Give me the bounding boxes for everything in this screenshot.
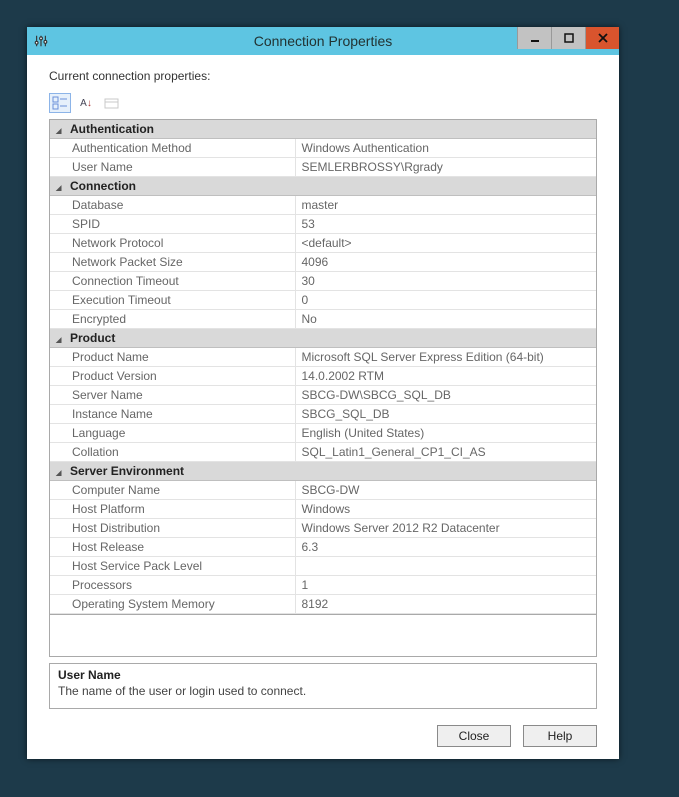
help-button[interactable]: Help — [523, 725, 597, 747]
property-row[interactable]: EncryptedNo — [50, 310, 596, 329]
property-toolbar: A↓ — [49, 91, 597, 115]
property-key: Host Distribution — [50, 519, 295, 538]
minimize-button[interactable] — [517, 27, 551, 49]
category-name: Product — [70, 331, 115, 345]
property-key: Host Service Pack Level — [50, 557, 295, 576]
property-value: Windows Server 2012 R2 Datacenter — [295, 519, 596, 538]
property-key: Collation — [50, 443, 295, 462]
property-row[interactable]: Connection Timeout30 — [50, 272, 596, 291]
property-row[interactable]: User NameSEMLERBROSSY\Rgrady — [50, 158, 596, 177]
property-key: SPID — [50, 215, 295, 234]
property-value: <default> — [295, 234, 596, 253]
category-header[interactable]: ◢ Authentication — [50, 120, 596, 139]
property-key: Product Name — [50, 348, 295, 367]
property-value: 4096 — [295, 253, 596, 272]
property-key: Server Name — [50, 386, 295, 405]
property-row[interactable]: Server NameSBCG-DW\SBCG_SQL_DB — [50, 386, 596, 405]
expander-icon[interactable]: ◢ — [56, 127, 66, 135]
property-value: English (United States) — [295, 424, 596, 443]
property-row[interactable]: Host DistributionWindows Server 2012 R2 … — [50, 519, 596, 538]
property-row[interactable]: Databasemaster — [50, 196, 596, 215]
property-value: 30 — [295, 272, 596, 291]
property-row[interactable]: Authentication MethodWindows Authenticat… — [50, 139, 596, 158]
property-row[interactable]: Operating System Memory8192 — [50, 595, 596, 614]
property-pages-button — [101, 93, 123, 113]
property-row[interactable]: Execution Timeout0 — [50, 291, 596, 310]
property-key: Encrypted — [50, 310, 295, 329]
maximize-button[interactable] — [551, 27, 585, 49]
title-bar[interactable]: Connection Properties — [27, 27, 619, 55]
close-window-button[interactable] — [585, 27, 619, 49]
property-grid[interactable]: ◢AuthenticationAuthentication MethodWind… — [49, 119, 597, 615]
property-value: SBCG-DW — [295, 481, 596, 500]
category-header[interactable]: ◢ Server Environment — [50, 462, 596, 481]
property-key: Operating System Memory — [50, 595, 295, 614]
property-key: Product Version — [50, 367, 295, 386]
alphabetical-button[interactable]: A↓ — [75, 93, 97, 113]
property-row[interactable]: Host Release6.3 — [50, 538, 596, 557]
property-row[interactable]: Computer NameSBCG-DW — [50, 481, 596, 500]
property-key: Processors — [50, 576, 295, 595]
property-key: Computer Name — [50, 481, 295, 500]
property-key: Host Platform — [50, 500, 295, 519]
property-key: Language — [50, 424, 295, 443]
property-row[interactable]: Instance NameSBCG_SQL_DB — [50, 405, 596, 424]
property-key: User Name — [50, 158, 295, 177]
property-row[interactable]: Network Packet Size4096 — [50, 253, 596, 272]
property-row[interactable]: Network Protocol<default> — [50, 234, 596, 253]
property-key: Instance Name — [50, 405, 295, 424]
property-value: SQL_Latin1_General_CP1_CI_AS — [295, 443, 596, 462]
property-row[interactable]: Host PlatformWindows — [50, 500, 596, 519]
close-button[interactable]: Close — [437, 725, 511, 747]
property-key: Host Release — [50, 538, 295, 557]
property-value: SBCG_SQL_DB — [295, 405, 596, 424]
category-name: Connection — [70, 179, 136, 193]
property-value: master — [295, 196, 596, 215]
expander-icon[interactable]: ◢ — [56, 469, 66, 477]
category-header[interactable]: ◢ Connection — [50, 177, 596, 196]
property-value: 14.0.2002 RTM — [295, 367, 596, 386]
expander-icon[interactable]: ◢ — [56, 184, 66, 192]
help-description: The name of the user or login used to co… — [58, 684, 588, 698]
property-value: SBCG-DW\SBCG_SQL_DB — [295, 386, 596, 405]
property-value: 6.3 — [295, 538, 596, 557]
property-value: Microsoft SQL Server Express Edition (64… — [295, 348, 596, 367]
expander-icon[interactable]: ◢ — [56, 336, 66, 344]
property-value — [295, 557, 596, 576]
property-row[interactable]: SPID53 — [50, 215, 596, 234]
property-key: Database — [50, 196, 295, 215]
property-value: Windows Authentication — [295, 139, 596, 158]
help-pane: User Name The name of the user or login … — [49, 663, 597, 709]
property-value: 1 — [295, 576, 596, 595]
property-key: Network Packet Size — [50, 253, 295, 272]
category-name: Authentication — [70, 122, 154, 136]
property-value: SEMLERBROSSY\Rgrady — [295, 158, 596, 177]
property-value: No — [295, 310, 596, 329]
property-row[interactable]: Processors1 — [50, 576, 596, 595]
property-value: 0 — [295, 291, 596, 310]
property-grid-empty-area — [49, 615, 597, 657]
property-key: Authentication Method — [50, 139, 295, 158]
help-title: User Name — [58, 668, 588, 682]
property-row[interactable]: LanguageEnglish (United States) — [50, 424, 596, 443]
property-row[interactable]: Product NameMicrosoft SQL Server Express… — [50, 348, 596, 367]
category-name: Server Environment — [70, 464, 184, 478]
categorized-button[interactable] — [49, 93, 71, 113]
property-value: 8192 — [295, 595, 596, 614]
dialog-window: Connection Properties Current connection… — [27, 27, 619, 759]
sliders-icon — [33, 33, 49, 49]
property-row[interactable]: Host Service Pack Level — [50, 557, 596, 576]
property-key: Connection Timeout — [50, 272, 295, 291]
property-key: Network Protocol — [50, 234, 295, 253]
property-value: 53 — [295, 215, 596, 234]
property-value: Windows — [295, 500, 596, 519]
category-header[interactable]: ◢ Product — [50, 329, 596, 348]
property-row[interactable]: CollationSQL_Latin1_General_CP1_CI_AS — [50, 443, 596, 462]
section-label: Current connection properties: — [49, 69, 597, 83]
property-row[interactable]: Product Version14.0.2002 RTM — [50, 367, 596, 386]
property-key: Execution Timeout — [50, 291, 295, 310]
